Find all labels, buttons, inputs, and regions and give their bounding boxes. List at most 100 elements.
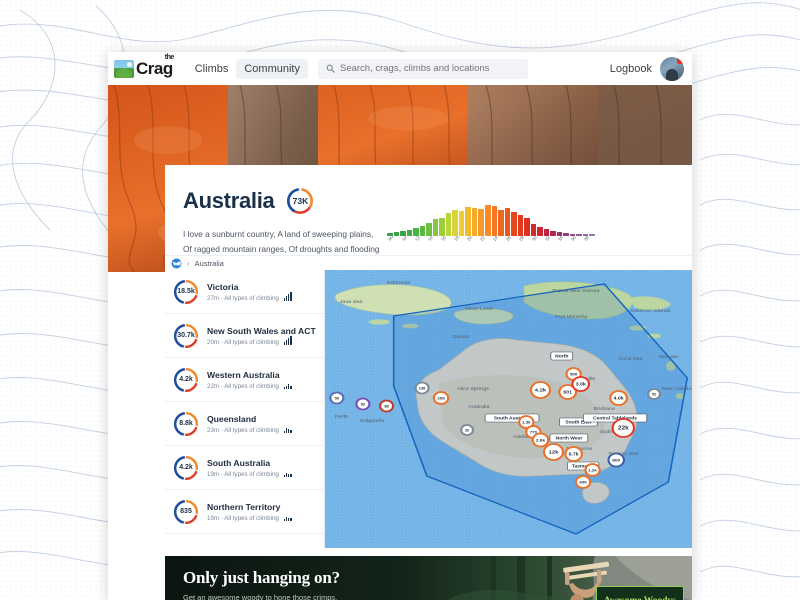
map-pin-label: 6.7k [569, 452, 579, 457]
area-count-value: 835 [180, 508, 192, 515]
area-count-value: 4.2k [179, 464, 193, 471]
area-meta-text: 27m · All types of climbing [207, 294, 279, 302]
area-meta: 27m · All types of climbing [207, 292, 292, 302]
grade-distribution-chart: AU 10 12 14 16 18 20 22 24 26 28 30 32 34 36 38 [387, 203, 595, 255]
ad-title: Only just hanging on? [183, 568, 340, 587]
grade-bar [452, 209, 458, 236]
map-pin-label: 22k [618, 425, 630, 431]
area-name: South Australia [207, 457, 271, 468]
map-overlay-labels: Indonesia Papua New Guinea Port Moresby Tim… [329, 280, 692, 489]
map-place-label: Indonesia [387, 280, 411, 285]
search-box[interactable] [317, 58, 528, 79]
map-region-pill[interactable]: Central Tablelands [582, 413, 648, 423]
grade-bar [504, 207, 511, 236]
map-pin-label: 88 [384, 405, 388, 409]
logbook-link[interactable]: Logbook [610, 63, 652, 75]
map-pin[interactable]: 52 [647, 388, 662, 400]
map-place-label: Alice Springs [457, 386, 489, 391]
grade-bar [511, 211, 517, 236]
area-count-value: 8.8k [179, 420, 193, 427]
map-region-pill[interactable]: North West [549, 433, 589, 443]
area-meta: 22m · All types of climbing [207, 383, 292, 390]
nav-item-climbs[interactable]: Climbs [187, 59, 237, 79]
grade-bar [458, 210, 465, 236]
area-meta: 20m · All types of climbing [207, 336, 316, 346]
breadcrumb-current[interactable]: Australia [195, 259, 224, 268]
area-count-ring: 4.2k [173, 367, 199, 393]
crag-logo-icon [114, 59, 134, 78]
area-list-item[interactable]: 4.2k Western Australia 22m · All types of … [165, 358, 324, 402]
map-pane[interactable]: Indonesia Papua New Guinea Port Moresby Tim… [325, 270, 692, 548]
map-pin[interactable]: 800 [607, 452, 625, 468]
area-list: 18.5k Victoria 27m · All types of climbing… [165, 270, 325, 548]
area-name: Western Australia [207, 369, 280, 380]
grade-bar [498, 209, 504, 236]
page-title: Australia [183, 188, 275, 213]
area-meta: 23m · All types of climbing [207, 427, 292, 434]
area-meta-text: 22m · All types of climbing [207, 382, 279, 390]
map-pin[interactable]: 50 [329, 391, 345, 405]
area-list-item[interactable]: 30.7k New South Wales and ACT 20m · All ty… [165, 314, 324, 358]
map-pin[interactable]: 22k [611, 418, 636, 438]
area-meta: 19m · All types of climbing [207, 515, 292, 522]
area-meta-text: 20m · All types of climbing [207, 338, 279, 346]
globe-icon[interactable] [171, 258, 182, 269]
map-pin-label: 1.2k [588, 468, 597, 473]
ad-subtitle: Get an awesome woody to hone those crimp… [183, 593, 338, 600]
area-meta: 19m · All types of climbing [207, 471, 292, 478]
map-pin-label: 12k [549, 450, 560, 455]
map-pin[interactable]: 12k [542, 443, 565, 461]
map-pin[interactable]: 26 [460, 424, 475, 436]
map-pin-label: 92 [361, 403, 365, 407]
map-pin[interactable]: 600 [574, 475, 592, 489]
breadcrumb-separator: › [187, 258, 190, 268]
map-pin-label: 2.6k [536, 438, 546, 443]
map-pin[interactable]: 92 [355, 397, 371, 411]
area-text-group: Western Australia 22m · All types of clim… [207, 370, 292, 390]
ad-brand-name: Awesome Woodys [604, 596, 676, 600]
map-pin[interactable]: 4.0k [609, 390, 628, 406]
map-pin[interactable]: 3.0k [571, 376, 591, 392]
area-text-group: South Australia 19m · All types of climbi… [207, 458, 292, 478]
map-pin[interactable]: 4.2k [529, 381, 552, 399]
area-meta-text: 19m · All types of climbing [207, 514, 279, 522]
hero-section: Australia 73K I love a sunburnt country,… [108, 85, 692, 272]
site-header: the Crag Climbs Community Logbook [108, 52, 692, 85]
area-text-group: New South Wales and ACT 20m · All types o… [207, 326, 316, 346]
climb-count-value: 73K [292, 196, 309, 206]
grade-bar [491, 205, 498, 236]
map-place-label: Timor-Leste [465, 306, 494, 311]
map-place-label: Australia [468, 404, 489, 409]
search-input[interactable] [339, 63, 520, 74]
area-activity-sparkline [283, 515, 292, 521]
logo-crag-text: Crag [136, 59, 173, 78]
map-pin-label: 1.3k [522, 420, 531, 425]
avatar[interactable] [660, 56, 684, 81]
area-text-group: Queensland 23m · All types of climbing [207, 414, 292, 434]
map-pin[interactable]: 2.6k [531, 432, 550, 448]
map-pin-label: 50 [335, 397, 339, 401]
map-pin[interactable]: 1.2k [584, 463, 601, 477]
map-place-label: Java Sea [340, 299, 363, 304]
map-pin-label: 4.2k [535, 388, 547, 393]
map-region-pill[interactable]: North [550, 351, 574, 361]
nav-item-community[interactable]: Community [236, 58, 308, 79]
area-count-ring: 4.2k [173, 455, 199, 481]
area-activity-sparkline [283, 383, 292, 389]
area-list-item[interactable]: 4.2k South Australia 19m · All types of cl… [165, 446, 324, 490]
header-right-group: Logbook [610, 56, 684, 81]
ad-banner[interactable]: Only just hanging on? Get an awesome woo… [165, 556, 692, 600]
area-list-item[interactable]: 8.8k Queensland 23m · All types of climbin… [165, 402, 324, 446]
ad-brand-logo[interactable]: Awesome Woodys [595, 586, 684, 600]
map-pin[interactable]: 88 [378, 399, 395, 413]
climb-count-badge: 73K [286, 187, 314, 215]
area-list-item[interactable]: 18.5k Victoria 27m · All types of climbing [165, 270, 324, 314]
area-list-item[interactable]: 835 Northern Territory 19m · All types of … [165, 490, 324, 534]
area-activity-sparkline [283, 336, 292, 345]
map-pin[interactable]: 136 [414, 381, 430, 395]
grade-bar [478, 208, 484, 236]
map-pin[interactable]: 6.7k [564, 446, 583, 462]
content-split: 18.5k Victoria 27m · All types of climbing… [165, 270, 692, 548]
map-pin[interactable]: 208 [432, 391, 450, 405]
site-logo[interactable]: the Crag [114, 54, 174, 78]
